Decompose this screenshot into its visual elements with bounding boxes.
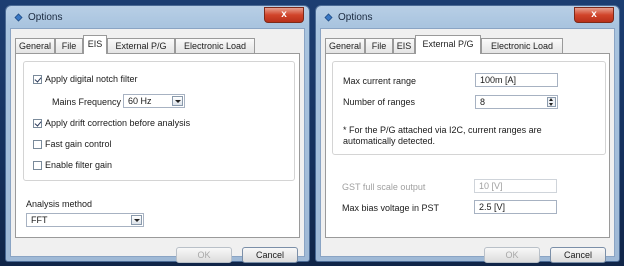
- note-line-1: * For the P/G attached via I2C, current …: [343, 125, 542, 135]
- number-of-ranges-value: 8: [480, 97, 486, 107]
- analysis-method-select[interactable]: FFT: [26, 213, 144, 227]
- enable-filter-gain-label: Enable filter gain: [45, 160, 113, 170]
- cancel-button[interactable]: Cancel: [242, 247, 298, 263]
- analysis-method-value: FFT: [31, 215, 48, 225]
- mains-frequency-value: 60 Hz: [128, 96, 152, 106]
- tab-file[interactable]: File: [55, 38, 83, 53]
- fast-gain-checkbox[interactable]: [33, 140, 42, 149]
- mains-frequency-label: Mains Frequency: [52, 97, 122, 107]
- options-dialog-eis: Options x General File EIS External P/G …: [5, 5, 310, 263]
- mains-frequency-select[interactable]: 60 Hz: [123, 94, 185, 108]
- number-of-ranges-spinner[interactable]: 8: [475, 95, 558, 109]
- max-bias-label: Max bias voltage in PST: [342, 203, 440, 213]
- tab-general[interactable]: General: [325, 38, 365, 53]
- tab-strip: General File EIS External P/G Electronic…: [325, 35, 610, 54]
- close-button[interactable]: x: [574, 7, 614, 23]
- window-title: Options: [338, 12, 373, 23]
- apply-notch-label: Apply digital notch filter: [45, 74, 138, 84]
- eis-panel: Apply digital notch filter Mains Frequen…: [15, 53, 300, 238]
- tab-external-pg[interactable]: External P/G: [415, 35, 481, 54]
- tab-eis[interactable]: EIS: [83, 35, 107, 54]
- spinner-arrows-icon[interactable]: [547, 97, 556, 107]
- current-range-group: Max current range 100m [A] Number of ran…: [332, 61, 606, 155]
- max-current-range-label: Max current range: [343, 76, 417, 86]
- tab-eis[interactable]: EIS: [393, 38, 415, 53]
- cancel-button[interactable]: Cancel: [550, 247, 606, 263]
- title-bar[interactable]: Options x: [6, 6, 309, 28]
- number-of-ranges-label: Number of ranges: [343, 97, 416, 107]
- max-bias-input[interactable]: 2.5 [V]: [474, 200, 557, 214]
- chevron-down-icon[interactable]: [172, 96, 183, 106]
- tab-external-pg[interactable]: External P/G: [107, 38, 175, 53]
- apply-drift-label: Apply drift correction before analysis: [45, 118, 191, 128]
- apply-notch-checkbox[interactable]: [33, 75, 42, 84]
- tab-strip: General File EIS External P/G Electronic…: [15, 35, 300, 54]
- app-icon: [324, 13, 333, 22]
- dialog-client: General File EIS External P/G Electronic…: [10, 28, 305, 263]
- analysis-method-label: Analysis method: [26, 199, 93, 209]
- app-icon: [14, 13, 23, 22]
- close-button[interactable]: x: [264, 7, 304, 23]
- gst-output-input: 10 [V]: [474, 179, 557, 193]
- apply-drift-checkbox[interactable]: [33, 119, 42, 128]
- tab-general[interactable]: General: [15, 38, 55, 53]
- tab-electronic-load[interactable]: Electronic Load: [481, 38, 563, 53]
- tab-file[interactable]: File: [365, 38, 393, 53]
- filter-group: Apply digital notch filter Mains Frequen…: [23, 61, 295, 181]
- ok-button[interactable]: OK: [176, 247, 232, 263]
- external-pg-panel: Max current range 100m [A] Number of ran…: [325, 53, 610, 238]
- fast-gain-label: Fast gain control: [45, 139, 112, 149]
- enable-filter-gain-checkbox[interactable]: [33, 161, 42, 170]
- gst-output-label: GST full scale output: [342, 182, 426, 192]
- options-dialog-external-pg: Options x General File EIS External P/G …: [315, 5, 620, 263]
- ok-button[interactable]: OK: [484, 247, 540, 263]
- dialog-client: General File EIS External P/G Electronic…: [320, 28, 615, 263]
- window-title: Options: [28, 12, 63, 23]
- title-bar[interactable]: Options x: [316, 6, 619, 28]
- chevron-down-icon[interactable]: [131, 215, 142, 225]
- tab-electronic-load[interactable]: Electronic Load: [175, 38, 255, 53]
- max-current-range-input[interactable]: 100m [A]: [475, 73, 558, 87]
- note-line-2: automatically detected.: [343, 136, 436, 146]
